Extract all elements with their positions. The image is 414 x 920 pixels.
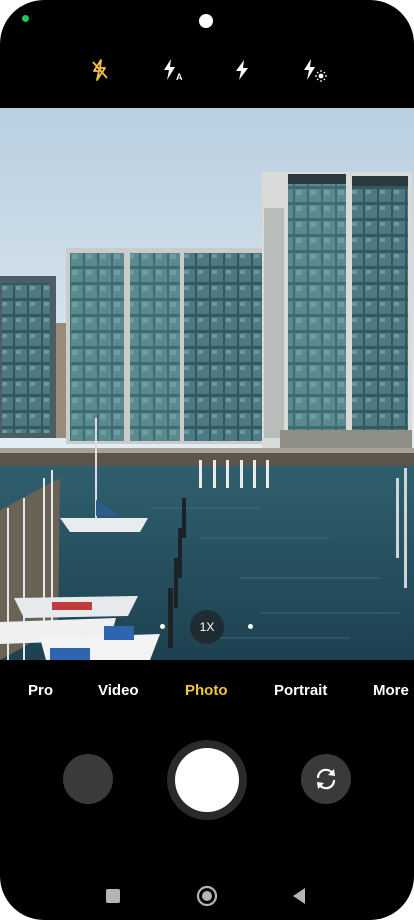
viewfinder-scene xyxy=(0,108,414,660)
nav-home-button[interactable] xyxy=(195,884,219,908)
nav-recents-button[interactable] xyxy=(104,884,122,908)
privacy-indicator xyxy=(22,15,29,22)
camera-viewfinder[interactable] xyxy=(0,108,414,660)
switch-camera-icon xyxy=(316,768,336,790)
flash-on-icon xyxy=(236,60,248,80)
mode-portrait[interactable]: Portrait xyxy=(274,682,327,699)
zoom-option-dot[interactable] xyxy=(248,624,253,629)
front-camera-cutout xyxy=(199,14,213,28)
flash-auto-button[interactable]: A xyxy=(157,55,189,85)
nav-back-button[interactable] xyxy=(290,884,308,908)
back-triangle-icon xyxy=(293,888,305,904)
flash-options-bar: A xyxy=(0,55,414,85)
zoom-option-dot[interactable] xyxy=(160,624,165,629)
flash-torch-button[interactable] xyxy=(298,55,330,85)
shutter-button[interactable] xyxy=(175,748,239,812)
switch-camera-button[interactable] xyxy=(301,754,351,804)
flash-off-icon xyxy=(92,59,108,81)
recents-square-icon xyxy=(106,889,120,903)
flash-on-button[interactable] xyxy=(226,55,258,85)
mode-photo[interactable]: Photo xyxy=(185,682,228,699)
flash-torch-icon xyxy=(304,59,327,82)
flash-off-button[interactable] xyxy=(84,55,116,85)
zoom-level-button[interactable]: 1X xyxy=(190,610,224,644)
gallery-thumbnail-button[interactable] xyxy=(63,754,113,804)
mode-video[interactable]: Video xyxy=(98,682,139,699)
flash-auto-icon: A xyxy=(164,59,183,82)
camera-mode-selector: Pro Video Photo Portrait More xyxy=(0,676,414,706)
mode-more[interactable]: More xyxy=(373,682,409,699)
svg-text:A: A xyxy=(176,72,183,82)
home-circle-icon xyxy=(196,885,218,907)
mode-pro[interactable]: Pro xyxy=(28,682,53,699)
camera-app: A 1X Pro Video Photo Portrait More xyxy=(0,0,414,920)
